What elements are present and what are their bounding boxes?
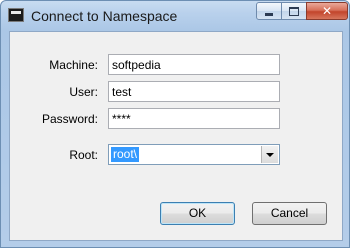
user-field[interactable]: test [108, 81, 280, 102]
dropdown-button[interactable] [261, 146, 278, 163]
dialog-window: Connect to Namespace ✕ Machine: softpedi… [0, 0, 350, 248]
minimize-icon [265, 12, 273, 16]
window-title: Connect to Namespace [31, 8, 178, 24]
close-icon: ✕ [321, 4, 333, 18]
ok-button[interactable]: OK [160, 202, 235, 225]
minimize-button[interactable] [256, 2, 282, 20]
dialog-body: Machine: softpedia User: test Password: … [9, 31, 343, 241]
root-select-value: root\ [111, 147, 140, 162]
maximize-button[interactable] [281, 2, 307, 20]
app-icon [8, 8, 24, 22]
machine-label: Machine: [49, 58, 98, 72]
root-label: Root: [69, 148, 98, 162]
machine-field[interactable]: softpedia [108, 54, 280, 75]
close-button[interactable]: ✕ [306, 2, 348, 20]
maximize-icon [289, 6, 299, 16]
cancel-button[interactable]: Cancel [252, 202, 327, 225]
password-field[interactable]: **** [108, 108, 280, 129]
chevron-down-icon [266, 152, 274, 157]
root-select[interactable]: root\ [108, 144, 280, 165]
user-label: User: [69, 85, 98, 99]
password-label: Password: [41, 112, 98, 126]
title-bar[interactable]: Connect to Namespace ✕ [1, 1, 349, 31]
